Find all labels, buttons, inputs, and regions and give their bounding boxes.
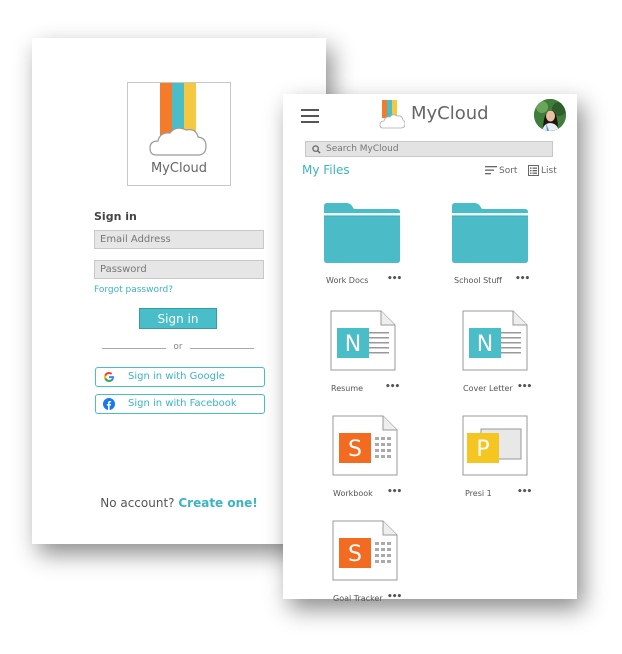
user-avatar[interactable]: [534, 99, 566, 131]
spreadsheet-icon: S: [332, 520, 398, 581]
presentation-icon: P: [462, 415, 528, 476]
notes-letter: N: [477, 332, 493, 357]
sheet-letter: S: [348, 542, 362, 567]
sort-label: Sort: [499, 166, 518, 176]
file-name: Presi 1: [465, 489, 492, 498]
presentation-letter: P: [476, 437, 489, 462]
file-name: Work Docs: [326, 276, 369, 285]
google-icon: [104, 372, 114, 382]
search-input[interactable]: Search MyCloud: [305, 141, 553, 157]
notes-doc-icon: N: [462, 310, 528, 371]
or-text: or: [173, 342, 183, 352]
more-options-icon[interactable]: •••: [387, 592, 402, 602]
file-item[interactable]: S Goal Tracker •••: [331, 520, 441, 612]
search-placeholder: Search MyCloud: [326, 144, 399, 154]
folder-icon: [452, 203, 528, 263]
mycloud-logo: MyCloud: [127, 82, 231, 186]
section-title: My Files: [302, 163, 350, 177]
or-divider: or: [102, 342, 254, 354]
signin-button[interactable]: Sign in: [139, 308, 217, 329]
sort-icon: [485, 166, 497, 175]
file-name: School Stuff: [454, 276, 502, 285]
list-icon: [528, 165, 539, 176]
signin-heading: Sign in: [94, 210, 137, 223]
file-item[interactable]: S Workbook •••: [331, 415, 441, 507]
more-options-icon[interactable]: •••: [385, 382, 400, 392]
files-card: MyCloud Search MyCloud My Files Sort Lis…: [283, 94, 577, 603]
google-signin-button[interactable]: Sign in with Google: [95, 367, 265, 387]
file-item[interactable]: P Presi 1 •••: [461, 415, 571, 507]
file-item[interactable]: School Stuff •••: [451, 202, 561, 294]
more-options-icon[interactable]: •••: [387, 487, 402, 497]
file-name: Goal Tracker: [333, 594, 383, 603]
email-field[interactable]: Email Address: [94, 230, 264, 249]
file-name: Resume: [331, 384, 364, 393]
forgot-password-link[interactable]: Forgot password?: [94, 285, 173, 295]
signin-card: MyCloud Sign in Email Address Password F…: [32, 38, 326, 544]
spreadsheet-icon: S: [332, 415, 398, 476]
sort-button[interactable]: Sort: [485, 166, 517, 176]
more-options-icon[interactable]: •••: [517, 382, 532, 392]
facebook-signin-button[interactable]: Sign in with Facebook: [95, 394, 265, 414]
no-account-text: No account?: [100, 496, 175, 510]
file-item[interactable]: N Cover Letter •••: [461, 310, 571, 402]
app-title: MyCloud: [411, 103, 489, 124]
file-item[interactable]: N Resume •••: [329, 310, 439, 402]
sheet-letter: S: [348, 437, 362, 462]
google-button-label: Sign in with Google: [128, 371, 225, 382]
logo-label: MyCloud: [150, 161, 208, 176]
facebook-icon: [103, 398, 115, 410]
search-icon: [312, 145, 321, 154]
facebook-button-label: Sign in with Facebook: [128, 398, 237, 409]
list-view-button[interactable]: List: [528, 165, 557, 176]
list-label: List: [541, 166, 557, 176]
file-name: Cover Letter: [463, 384, 513, 393]
create-account-link[interactable]: Create one!: [178, 496, 257, 510]
menu-icon[interactable]: [301, 109, 319, 123]
more-options-icon[interactable]: •••: [515, 274, 530, 284]
more-options-icon[interactable]: •••: [517, 487, 532, 497]
password-field[interactable]: Password: [94, 260, 264, 279]
mycloud-logo-icon: [379, 100, 405, 129]
file-item[interactable]: Work Docs •••: [323, 202, 433, 294]
signup-prompt: No account? Create one!: [32, 496, 326, 510]
more-options-icon[interactable]: •••: [387, 274, 402, 284]
notes-letter: N: [345, 332, 361, 357]
file-name: Workbook: [333, 489, 373, 498]
notes-doc-icon: N: [330, 310, 396, 371]
folder-icon: [324, 203, 400, 263]
